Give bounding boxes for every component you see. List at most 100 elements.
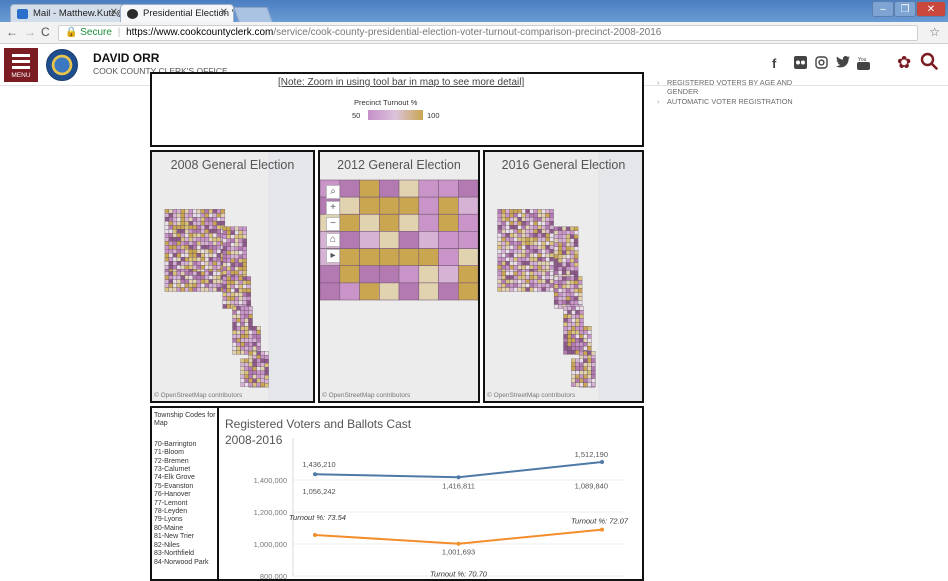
menu-label: MENU: [11, 72, 31, 79]
data-point[interactable]: [313, 472, 317, 477]
legend-title: Precinct Turnout %: [354, 98, 418, 107]
data-label: 1,001,693: [442, 548, 475, 557]
window-close-button[interactable]: ✕: [916, 1, 946, 17]
sidebar-links: REGISTERED VOTERS BY AGE AND GENDER AUTO…: [657, 78, 817, 107]
registered-voters-line-chart[interactable]: 800,000 1,000,000 1,200,000 1,400,000 1,436,…: [219, 408, 642, 579]
close-tab-icon[interactable]: ✕: [110, 7, 118, 18]
new-tab-button[interactable]: [233, 7, 273, 22]
close-tab-icon[interactable]: ✕: [220, 7, 228, 18]
township-code-item: 78-Leyden: [154, 508, 188, 516]
tab-election[interactable]: Presidential Election Vot ✕: [120, 4, 234, 22]
data-label: 1,512,190: [575, 450, 608, 459]
pan-arrow-icon[interactable]: ▸: [326, 249, 340, 263]
data-point[interactable]: [456, 475, 461, 480]
minimize-button[interactable]: –: [872, 1, 894, 17]
series-line-1[interactable]: [314, 528, 603, 545]
map-panel-2008[interactable]: 2008 General Election © OpenStreetMap co…: [150, 150, 315, 403]
back-icon[interactable]: ←: [6, 25, 18, 39]
flickr-icon[interactable]: [794, 56, 807, 72]
data-point[interactable]: [456, 541, 461, 546]
map-attribution: © OpenStreetMap contributors: [154, 392, 243, 399]
turnout-label: Turnout %: 73.54: [289, 513, 346, 522]
instagram-icon[interactable]: [815, 56, 828, 72]
lock-icon: 🔒: [65, 27, 78, 38]
precinct-shapes: [320, 179, 478, 301]
township-code-item: 74-Elk Grove: [154, 474, 195, 482]
legend-min: 50: [352, 111, 361, 120]
zoom-out-button[interactable]: −: [326, 217, 340, 231]
zoom-in-button[interactable]: +: [326, 201, 340, 215]
zoom-note: [Note: Zoom in using tool bar in map to …: [278, 77, 525, 88]
turnout-label: Turnout %: 70.70: [430, 570, 488, 579]
legend-panel: [Note: Zoom in using tool bar in map to …: [150, 72, 644, 147]
twitter-icon[interactable]: [836, 56, 850, 71]
bookmark-star-icon[interactable]: ☆: [929, 25, 940, 39]
county-seal-logo[interactable]: [46, 49, 78, 81]
url-host: https://www.cookcountyclerk.com: [126, 27, 274, 38]
secure-label: Secure: [80, 27, 112, 38]
map-panel-2012[interactable]: 2012 General Election ⌕ + − ⌂ ▸ © OpenSt…: [318, 150, 480, 403]
map-title: 2016 General Election: [501, 158, 626, 172]
sidebar-link-registered-voters-age-gender[interactable]: REGISTERED VOTERS BY AGE AND GENDER: [657, 78, 817, 96]
data-point[interactable]: [600, 460, 604, 465]
township-code-item: 75-Evanston: [154, 482, 194, 490]
township-code-item: 76-Hanover: [154, 491, 191, 499]
township-code-item: 79-Lyons: [154, 516, 183, 524]
turnout-label: Turnout %: 72.07: [571, 517, 629, 526]
reload-icon[interactable]: C: [41, 25, 50, 39]
map-attribution: © OpenStreetMap contributors: [322, 392, 411, 399]
township-code-item: 82-Niles: [154, 541, 180, 549]
facebook-icon[interactable]: f: [772, 56, 776, 71]
data-label: 1,416,811: [442, 481, 475, 490]
chart-gridlines: [293, 479, 624, 577]
org-name: DAVID ORR: [93, 51, 160, 65]
browser-titlebar: Mail - Matthew.Kutz@cc ✕ Presidential El…: [0, 0, 948, 22]
browser-toolbar: ← → C 🔒 Secure | https://www.cookcountyc…: [0, 22, 948, 44]
menu-button[interactable]: MENU: [4, 48, 38, 82]
map-toolbar: ⌕ + − ⌂ ▸: [326, 185, 340, 265]
precinct-map-2012[interactable]: [320, 152, 478, 401]
map-panel-2016[interactable]: 2016 General Election © OpenStreetMap co…: [483, 150, 644, 403]
youtube-icon[interactable]: You: [857, 56, 870, 73]
township-code-item: 83-Northfield: [154, 550, 195, 558]
home-icon[interactable]: ⌂: [326, 233, 340, 247]
legend-color-bar: [368, 110, 423, 120]
precinct-map-2016[interactable]: [485, 152, 642, 401]
forward-icon[interactable]: →: [24, 25, 36, 39]
township-code-item: 70-Barrington: [154, 440, 197, 448]
data-point[interactable]: [313, 533, 317, 538]
data-label: 1,436,210: [302, 460, 335, 469]
data-point[interactable]: [600, 527, 604, 532]
maximize-button[interactable]: ❐: [894, 1, 916, 17]
search-icon[interactable]: [920, 52, 938, 70]
chart-panel: Township Codes for Map 70-Barrington 71-…: [150, 406, 644, 581]
y-tick-label: 800,000: [260, 572, 287, 579]
township-codes-header: Township Codes for Map: [154, 412, 216, 428]
map-attribution: © OpenStreetMap contributors: [487, 392, 576, 399]
url-path: /service/cook-county-presidential-electi…: [273, 27, 662, 38]
township-code-item: 84-Norwood Park: [154, 558, 209, 566]
township-code-item: 71-Bloom: [154, 449, 184, 457]
y-tick-label: 1,400,000: [254, 476, 287, 485]
precinct-map-2008[interactable]: [152, 152, 313, 401]
township-codes-list: Township Codes for Map 70-Barrington 71-…: [152, 408, 219, 579]
data-label: 1,089,840: [575, 482, 608, 491]
legend-max: 100: [427, 111, 440, 120]
data-label: 1,056,242: [302, 487, 335, 496]
map-search-icon[interactable]: ⌕: [326, 185, 340, 199]
y-tick-label: 1,200,000: [254, 508, 287, 517]
township-code-item: 73-Calumet: [154, 466, 191, 474]
township-code-item: 81-New Trier: [154, 533, 195, 541]
outlook-icon: [17, 9, 28, 19]
settings-gear-icon[interactable]: ✿: [897, 53, 911, 73]
township-code-item: 77-Lemont: [154, 499, 188, 507]
tab-mail[interactable]: Mail - Matthew.Kutz@cc ✕: [10, 4, 124, 22]
map-title: 2008 General Election: [170, 158, 295, 172]
township-code-item: 72-Bremen: [154, 457, 189, 465]
sidebar-link-automatic-voter-registration[interactable]: AUTOMATIC VOTER REGISTRATION: [657, 97, 817, 106]
y-tick-label: 1,000,000: [254, 540, 287, 549]
address-bar[interactable]: 🔒 Secure | https://www.cookcountyclerk.c…: [58, 25, 918, 41]
url-separator: |: [117, 27, 121, 38]
township-code-item: 80-Maine: [154, 524, 184, 532]
series-line-0[interactable]: [314, 461, 603, 479]
